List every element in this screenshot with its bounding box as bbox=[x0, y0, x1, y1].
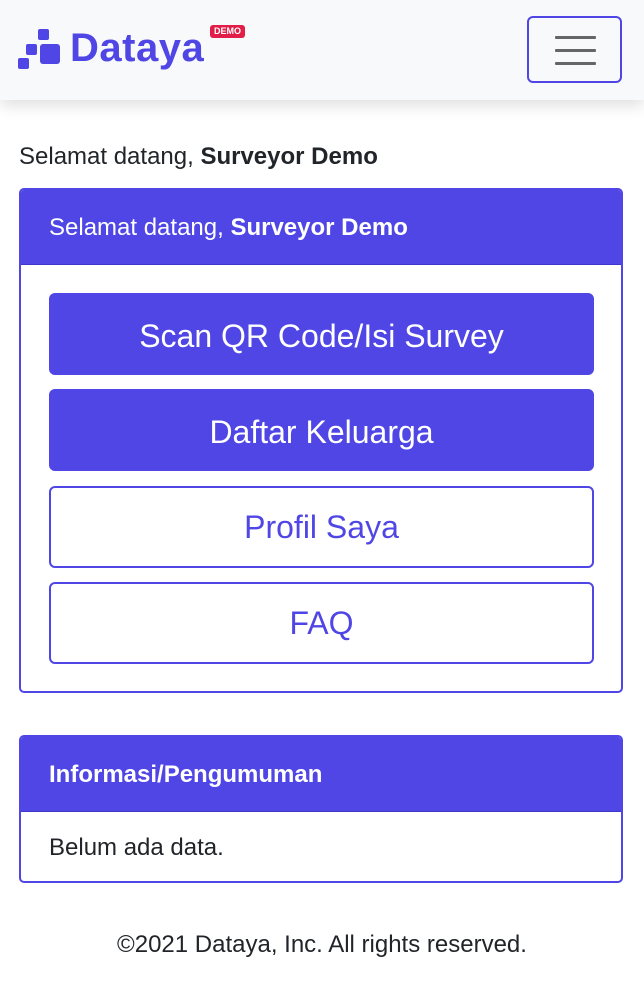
brand-name: Dataya bbox=[70, 26, 205, 70]
faq-button[interactable]: FAQ bbox=[49, 582, 594, 664]
announcement-empty-text: Belum ada data. bbox=[49, 834, 224, 861]
announcement-card-header: Informasi/Pengumuman bbox=[21, 737, 621, 812]
welcome-greeting: Selamat datang, Surveyor Demo bbox=[19, 141, 378, 173]
scan-qr-button[interactable]: Scan QR Code/Isi Survey bbox=[49, 293, 594, 375]
main-card-header-prefix: Selamat datang, bbox=[49, 214, 231, 241]
main-card-header-user: Surveyor Demo bbox=[230, 214, 408, 241]
greeting-user-name: Surveyor Demo bbox=[200, 143, 378, 170]
family-list-button[interactable]: Daftar Keluarga bbox=[49, 389, 594, 471]
main-menu-card: Selamat datang, Surveyor Demo Scan QR Co… bbox=[19, 188, 623, 693]
main-card-header: Selamat datang, Surveyor Demo bbox=[21, 190, 621, 265]
navbar: Dataya DEMO bbox=[0, 0, 644, 100]
brand-logo[interactable]: Dataya DEMO bbox=[18, 24, 245, 80]
announcement-card: Informasi/Pengumuman Belum ada data. bbox=[19, 735, 623, 883]
dataya-logo-icon bbox=[18, 29, 60, 69]
greeting-prefix: Selamat datang, bbox=[19, 143, 201, 170]
navbar-toggle-button[interactable] bbox=[527, 16, 622, 83]
my-profile-button[interactable]: Profil Saya bbox=[49, 486, 594, 568]
demo-badge: DEMO bbox=[210, 25, 245, 38]
footer-copyright: ©2021 Dataya, Inc. All rights reserved. bbox=[117, 931, 527, 958]
